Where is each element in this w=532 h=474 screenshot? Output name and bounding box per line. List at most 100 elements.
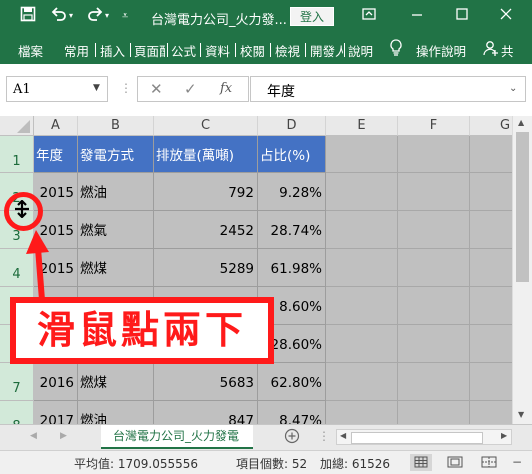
tell-me-box[interactable]: 操作說明	[416, 41, 466, 60]
column-header-f[interactable]: F	[398, 116, 470, 136]
cancel-icon[interactable]: ✕	[150, 80, 163, 98]
tab-separator	[305, 43, 306, 57]
page-layout-view-icon[interactable]	[446, 454, 464, 474]
cell-c2[interactable]: 792	[154, 173, 258, 211]
scroll-down-icon[interactable]: ▼	[518, 410, 524, 419]
cell-d1[interactable]: 占比(%)	[258, 136, 326, 173]
tab-review[interactable]: 校閱	[240, 41, 265, 60]
sheet-tab-bar: ◀ ▶ 台灣電力公司_火力發電 ⋮ ◀ ▶	[0, 424, 532, 450]
redo-dropdown-icon[interactable]: ▾	[105, 6, 109, 26]
redo-icon[interactable]	[87, 6, 103, 27]
tab-view[interactable]: 檢視	[275, 41, 300, 60]
title-bar: ▾ ▾ ⩡ 台灣電力公司_火力發... 登入	[0, 0, 532, 34]
column-header-g[interactable]: G	[470, 116, 512, 136]
formula-buttons: ✕ ✓ fx	[137, 76, 249, 102]
tab-page-layout[interactable]: 頁面配	[134, 41, 165, 60]
cell-b8[interactable]: 燃油	[78, 401, 154, 424]
prev-sheet-icon[interactable]: ◀	[30, 431, 37, 441]
scroll-left-icon[interactable]: ◀	[340, 431, 346, 440]
document-title: 台灣電力公司_火力發...	[151, 13, 287, 28]
horizontal-scrollbar[interactable]: ◀ ▶	[336, 429, 512, 445]
cell-c7[interactable]: 5683	[154, 363, 258, 401]
cell-d2[interactable]: 9.28%	[258, 173, 326, 211]
drag-handle-icon[interactable]: ⋮	[318, 429, 330, 443]
cell-d8[interactable]: 8.47%	[258, 401, 326, 424]
formula-input-value: 年度	[267, 84, 295, 100]
tab-separator	[344, 43, 345, 57]
scroll-up-icon[interactable]: ▲	[518, 118, 524, 127]
person-icon[interactable]	[483, 40, 499, 59]
status-count: 項目個數: 52	[236, 457, 308, 471]
ribbon-display-options-icon[interactable]	[362, 6, 376, 26]
column-header-a[interactable]: A	[34, 116, 78, 136]
cell-c1[interactable]: 排放量(萬噸)	[154, 136, 258, 173]
cell-c8[interactable]: 847	[154, 401, 258, 424]
formula-input[interactable]: 年度 ⌄	[250, 76, 526, 102]
undo-dropdown-icon[interactable]: ▾	[69, 6, 73, 26]
tab-separator	[200, 43, 201, 57]
enter-icon[interactable]: ✓	[184, 80, 197, 98]
maximize-icon[interactable]	[456, 6, 468, 26]
column-header-c[interactable]: C	[154, 116, 258, 136]
undo-icon[interactable]	[51, 6, 67, 27]
tab-formulas[interactable]: 公式	[171, 41, 196, 60]
page-break-view-icon[interactable]	[480, 454, 498, 474]
vertical-scrollbar[interactable]: ▲ ▼	[512, 116, 532, 424]
cell-b7[interactable]: 燃煤	[78, 363, 154, 401]
row-resize-cursor-icon	[13, 199, 31, 223]
cell-c4[interactable]: 5289	[154, 249, 258, 287]
add-sheet-icon[interactable]	[284, 428, 300, 447]
tab-file[interactable]: 檔案	[18, 41, 43, 60]
annotation-callout: 滑鼠點兩下	[10, 297, 274, 364]
horizontal-scroll-thumb[interactable]	[351, 432, 483, 444]
sheet-tab-active[interactable]: 台灣電力公司_火力發電	[101, 425, 253, 449]
name-box-value: A1	[13, 82, 31, 97]
customize-toolbar-icon[interactable]: ⩡	[122, 6, 128, 26]
next-sheet-icon[interactable]: ▶	[60, 431, 67, 441]
minimize-icon[interactable]	[411, 6, 423, 26]
select-all-corner[interactable]	[0, 116, 34, 136]
column-header-b[interactable]: B	[78, 116, 154, 136]
column-header-d[interactable]: D	[258, 116, 326, 136]
row-header-1[interactable]: 1	[0, 136, 34, 173]
save-icon[interactable]	[20, 6, 36, 27]
chevron-down-icon[interactable]: ▼	[93, 83, 100, 93]
cell-d4[interactable]: 61.98%	[258, 249, 326, 287]
cell-a1[interactable]: 年度	[34, 136, 78, 173]
insert-function-icon[interactable]: fx	[220, 81, 232, 96]
drag-handle-icon[interactable]: ⋮	[120, 81, 132, 95]
expand-formula-bar-icon[interactable]: ⌄	[509, 83, 517, 94]
tab-data[interactable]: 資料	[205, 41, 230, 60]
vertical-scroll-thumb[interactable]	[516, 132, 529, 282]
cell-d3[interactable]: 28.74%	[258, 211, 326, 249]
ribbon-tabs: 檔案 常用 插入 頁面配 公式 資料 校閱 檢視 開發人 說明 操作說明 共	[0, 34, 532, 64]
formula-bar: A1 ▼ ⋮ ✕ ✓ fx 年度 ⌄	[0, 64, 532, 116]
tab-developer[interactable]: 開發人	[310, 41, 343, 60]
tab-separator	[95, 43, 96, 57]
worksheet-grid[interactable]: A B C D E F G 1 2 3 4 5 6 7 8 年度 發電方式 排放…	[0, 116, 512, 424]
empty-cells-grid[interactable]	[326, 136, 512, 424]
cell-b4[interactable]: 燃煤	[78, 249, 154, 287]
login-button[interactable]: 登入	[290, 7, 334, 26]
cell-c3[interactable]: 2452	[154, 211, 258, 249]
normal-view-icon[interactable]	[410, 454, 432, 471]
zoom-out-icon[interactable]: −	[512, 455, 522, 469]
cell-d7[interactable]: 62.80%	[258, 363, 326, 401]
share-button[interactable]: 共	[501, 41, 514, 60]
close-icon[interactable]	[500, 6, 512, 26]
name-box[interactable]: A1 ▼	[6, 76, 108, 102]
tab-home[interactable]: 常用	[64, 41, 89, 60]
cell-a7[interactable]: 2016	[34, 363, 78, 401]
annotation-callout-text: 滑鼠點兩下	[36, 308, 247, 352]
cell-b1[interactable]: 發電方式	[78, 136, 154, 173]
tab-help[interactable]: 說明	[348, 41, 373, 60]
row-header-7[interactable]: 7	[0, 363, 34, 401]
column-header-e[interactable]: E	[326, 116, 398, 136]
cell-b3[interactable]: 燃氣	[78, 211, 154, 249]
cell-a8[interactable]: 2017	[34, 401, 78, 424]
scroll-right-icon[interactable]: ▶	[501, 431, 507, 440]
lightbulb-icon[interactable]	[389, 39, 403, 60]
row-header-8[interactable]: 8	[0, 401, 34, 424]
cell-b2[interactable]: 燃油	[78, 173, 154, 211]
tab-insert[interactable]: 插入	[100, 41, 125, 60]
